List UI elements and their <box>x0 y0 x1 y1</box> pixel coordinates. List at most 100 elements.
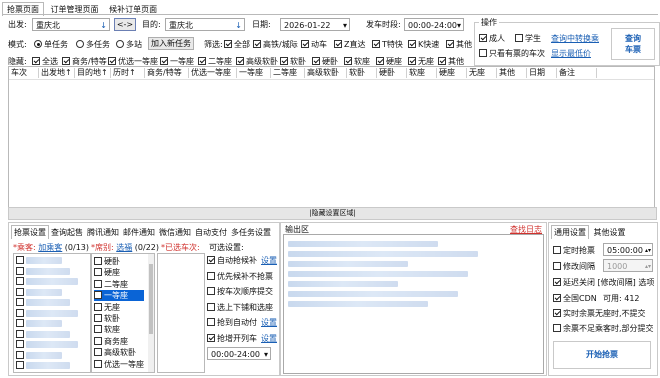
passenger-item[interactable] <box>16 361 70 370</box>
filter-emu[interactable]: 动车 <box>301 39 327 50</box>
settings-tab-2[interactable]: 腾讯通知 <box>85 226 121 239</box>
settings-tab-6[interactable]: 多任务设置 <box>229 226 273 239</box>
column-header[interactable]: 软座 <box>409 67 425 79</box>
cdn-checkbox[interactable]: 全国CDN <box>553 293 597 304</box>
option-item[interactable]: 抢到自动付 设置 <box>207 317 277 328</box>
passenger-list[interactable] <box>13 253 91 373</box>
passenger-item[interactable] <box>16 308 78 318</box>
timed-grab-checkbox[interactable]: 定时抢票 <box>553 245 595 256</box>
filter-k[interactable]: K快速 <box>408 39 439 50</box>
column-header[interactable]: 软卧 <box>349 67 365 79</box>
options-time-select[interactable]: 00:00-24:00 ▾ <box>207 347 271 360</box>
show-min-price-link[interactable]: 显示最低价 <box>551 48 591 59</box>
output-log-area[interactable] <box>283 234 544 374</box>
hide-settings-bar[interactable]: |隐藏设置区域| <box>8 207 657 220</box>
passenger-item[interactable] <box>16 319 62 328</box>
settings-tab-3[interactable]: 邮件通知 <box>121 226 157 239</box>
column-header[interactable]: 二等座 <box>273 67 297 79</box>
column-header[interactable]: 历时↑ <box>113 67 136 79</box>
mode-multistation-radio[interactable]: 多站 <box>116 39 142 50</box>
seat-item[interactable]: 优选一等座 <box>94 359 144 370</box>
to-station-input[interactable]: 重庆北 ↓ <box>165 18 245 31</box>
tab-general-settings[interactable]: 通用设置 <box>551 225 589 239</box>
seat-item[interactable]: 一等座 <box>94 290 144 302</box>
column-header[interactable]: 一等座 <box>239 67 263 79</box>
option-settings-link[interactable]: 设置 <box>261 318 277 327</box>
seat-list-scrollbar[interactable] <box>148 254 154 372</box>
swap-stations-button[interactable]: <-> <box>114 18 136 31</box>
passenger-item[interactable] <box>16 287 62 297</box>
filter-z[interactable]: Z直达 <box>334 39 365 50</box>
seat-item[interactable]: 商务座 <box>94 336 128 347</box>
column-header[interactable]: 商务/特等 <box>147 67 182 79</box>
date-input[interactable]: 2026-01-22 ▾ <box>280 18 350 31</box>
settings-tab-4[interactable]: 微信通知 <box>157 226 193 239</box>
column-header[interactable]: 车次 <box>11 67 27 79</box>
column-header[interactable]: 目的地↑ <box>77 67 108 79</box>
delay-close-checkbox[interactable]: 延迟关闭 [修改间隔] 选项 <box>553 277 654 288</box>
settings-tab-1[interactable]: 查询起售 <box>49 226 85 239</box>
chosen-trains-list[interactable] <box>157 253 205 373</box>
column-header[interactable]: 硬卧 <box>379 67 395 79</box>
transfer-query-link[interactable]: 查询中转换乘 <box>551 33 599 44</box>
option-item[interactable]: 按车次顺序提交 <box>207 286 273 297</box>
calendar-icon[interactable]: ▾ <box>343 19 347 32</box>
column-header[interactable]: 无座 <box>469 67 485 79</box>
seat-item[interactable]: 软卧 <box>94 313 120 324</box>
passenger-item[interactable] <box>16 340 78 349</box>
add-passenger-link[interactable]: 加乘客 <box>38 243 62 252</box>
option-item[interactable]: 自动抢候补 设置 <box>207 255 277 266</box>
from-dropdown-icon[interactable]: ↓ <box>100 19 107 32</box>
passenger-item[interactable] <box>16 329 70 339</box>
passenger-item[interactable] <box>16 256 62 265</box>
settings-tab-5[interactable]: 自动支付 <box>193 226 229 239</box>
time-period-select[interactable]: 00:00-24:00 ▾ <box>404 18 464 31</box>
passenger-item[interactable] <box>16 298 70 307</box>
adult-checkbox[interactable]: 成人 <box>479 33 505 44</box>
column-header[interactable]: 其他 <box>499 67 515 79</box>
seat-item[interactable]: 二等座 <box>94 279 128 290</box>
start-grab-button[interactable]: 开始抢票 <box>553 341 651 369</box>
seat-item[interactable]: 高级软卧 <box>94 347 136 358</box>
choose-seat-link[interactable]: 选福 <box>116 243 132 252</box>
option-item[interactable]: 选上下铺和选座 <box>207 302 273 313</box>
filter-t[interactable]: T特快 <box>372 39 403 50</box>
tab-other-settings[interactable]: 其他设置 <box>592 226 628 239</box>
only-available-checkbox[interactable]: 只看有票的车次 <box>479 48 545 59</box>
column-header[interactable]: 备注 <box>559 67 575 79</box>
passenger-item[interactable] <box>16 350 62 360</box>
option-settings-link[interactable]: 设置 <box>261 334 277 343</box>
passenger-item[interactable] <box>16 266 70 276</box>
modify-interval-input[interactable]: 1000 ▴▾ <box>603 259 653 272</box>
query-tickets-button[interactable]: 查询 车票 <box>611 28 655 60</box>
passenger-item[interactable] <box>16 277 78 286</box>
option-item[interactable]: 优先候补不抢票 <box>207 271 273 282</box>
column-header[interactable]: 高级软卧 <box>307 67 339 79</box>
mode-single-radio[interactable]: 单任务 <box>34 39 68 50</box>
settings-tab-0[interactable]: 抢票设置 <box>11 225 49 239</box>
to-dropdown-icon[interactable]: ↓ <box>235 19 242 32</box>
results-table[interactable]: 车次 出发地↑ 目的地↑ 历时↑ 商务/特等 优选一等座 一等座 二等座 高级软卧 软卧 硬卧 软座 硬… <box>8 66 655 208</box>
column-header[interactable]: 出发地↑ <box>41 67 72 79</box>
filter-high-speed[interactable]: 高铁/城际 <box>253 39 298 50</box>
option-settings-link[interactable]: 设置 <box>261 256 277 265</box>
filter-other[interactable]: 其他 <box>446 39 472 50</box>
modify-interval-checkbox[interactable]: 修改间隔 <box>553 261 595 272</box>
from-station-input[interactable]: 重庆北 ↓ <box>32 18 110 31</box>
filter-all[interactable]: 全部 <box>224 39 250 50</box>
partial-submit-checkbox[interactable]: 余票不足乘客时,部分提交 <box>553 323 654 334</box>
seat-list[interactable]: 硬卧 硬座 二等座 一等座 无座 软卧 软座 商务座 高级软卧 优选一等座 <box>91 253 155 373</box>
seat-item[interactable]: 无座 <box>94 302 120 313</box>
add-task-button[interactable]: 加入新任务 <box>148 37 194 50</box>
seat-item[interactable]: 硬卧 <box>94 256 120 267</box>
column-header[interactable]: 硬座 <box>439 67 455 79</box>
mode-multi-radio[interactable]: 多任务 <box>76 39 110 50</box>
realtime-checkbox[interactable]: 实时余票无座时,不提交 <box>553 308 646 319</box>
student-checkbox[interactable]: 学生 <box>515 33 541 44</box>
scrollbar-thumb[interactable] <box>149 264 153 334</box>
spinner-icon[interactable]: ▴▾ <box>645 260 651 273</box>
seat-item[interactable]: 硬座 <box>94 267 120 278</box>
spinner-icon[interactable]: ▴▾ <box>645 244 651 257</box>
seat-item[interactable]: 软座 <box>94 324 120 335</box>
column-header[interactable]: 日期 <box>529 67 545 79</box>
